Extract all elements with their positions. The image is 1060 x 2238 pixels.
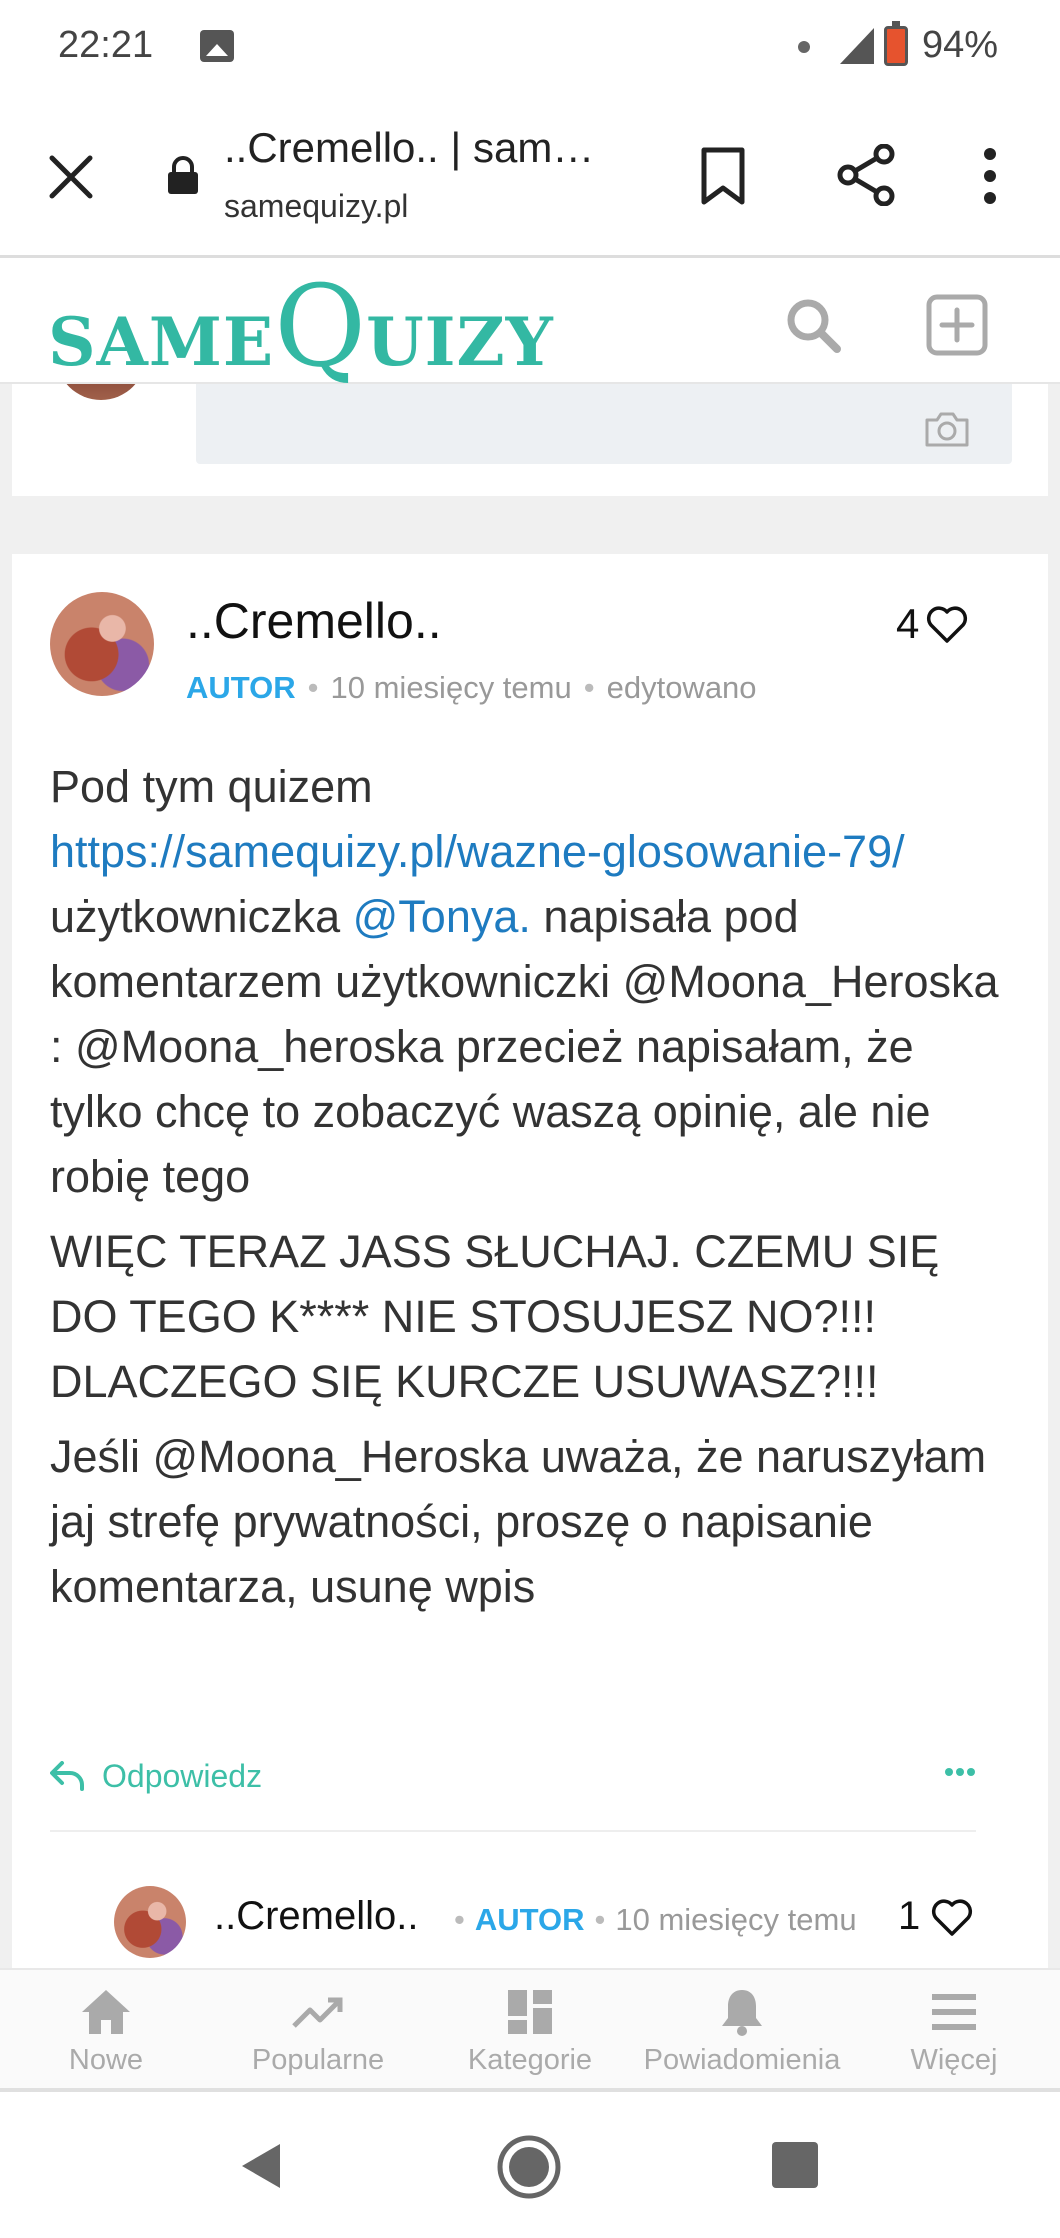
reply-author-avatar[interactable]: [114, 1886, 186, 1958]
status-time: 22:21: [58, 24, 154, 66]
camera-icon[interactable]: [924, 410, 970, 448]
lock-icon: [168, 156, 198, 194]
like-count: 4: [896, 600, 920, 647]
reply-button[interactable]: Odpowiedz: [50, 1756, 262, 1796]
reply-icon: [50, 1761, 84, 1791]
more-options-icon[interactable]: [944, 1766, 976, 1778]
battery-percent: 94%: [922, 24, 999, 66]
quiz-link[interactable]: https://samequizy.pl/wazne-glosowanie-79…: [50, 826, 905, 877]
author-badge: AUTOR: [186, 670, 296, 705]
nav-item-nowe[interactable]: Nowe: [0, 1970, 212, 2088]
battery-icon: [884, 21, 908, 66]
status-bar: 22:21 94%: [0, 0, 1060, 96]
tab-title[interactable]: ..Cremello.. | sam…: [224, 124, 624, 172]
url-text[interactable]: samequizy.pl: [224, 188, 408, 225]
logo-text-q: Q: [274, 262, 367, 392]
comment-time: 10 miesięcy temu: [330, 670, 572, 705]
reply-label: Odpowiedz: [102, 1757, 263, 1794]
share-icon[interactable]: [836, 144, 896, 206]
heart-icon: [932, 1898, 973, 1936]
add-quiz-icon[interactable]: [926, 294, 988, 356]
comment-paragraph: Pod tym quizem https://samequizy.pl/wazne…: [50, 761, 999, 1202]
heart-icon: [927, 606, 968, 643]
reply-like-button[interactable]: 1: [898, 1894, 974, 1939]
comment-meta: AUTOR • 10 miesięcy temu • edytowano: [186, 670, 757, 705]
edited-label: edytowano: [606, 670, 757, 705]
reply-like-count: 1: [898, 1894, 921, 1938]
search-icon[interactable]: [784, 296, 842, 354]
overflow-menu-icon[interactable]: [978, 146, 1002, 206]
comment-input[interactable]: [196, 384, 1012, 464]
like-button[interactable]: 4: [896, 600, 969, 648]
nav-label: Więcej: [910, 2044, 998, 2076]
reply-author[interactable]: ..Cremello..: [214, 1894, 419, 1939]
divider: [50, 1830, 976, 1832]
nav-label: Powiadomienia: [643, 2044, 841, 2076]
site-header: SAMEQUIZY: [0, 258, 1060, 392]
nav-label: Kategorie: [467, 2044, 593, 2076]
close-icon[interactable]: [48, 154, 94, 200]
comment-paragraph: Jeśli @Moona_Heroska uważa, że naruszyła…: [50, 1431, 987, 1612]
trending-icon: [292, 1997, 343, 2028]
reply-author-badge: AUTOR: [474, 1902, 585, 1937]
back-icon[interactable]: [238, 2140, 284, 2192]
grid-icon: [508, 1990, 552, 2034]
bottom-navigation: Nowe Popularne Kategorie Powiadomienia W…: [0, 1968, 1060, 2092]
image-notification-icon: [200, 30, 234, 62]
signal-icon: [840, 28, 874, 64]
comment-author[interactable]: ..Cremello..: [186, 592, 442, 650]
author-avatar[interactable]: [50, 592, 154, 696]
nav-item-popularne[interactable]: Popularne: [212, 1970, 424, 2088]
hamburger-icon: [932, 1994, 976, 2030]
notification-dot-icon: [798, 41, 810, 53]
reply-meta: • AUTOR • 10 miesięcy temu: [454, 1902, 857, 1937]
comment-body: Pod tym quizem https://samequizy.pl/wazne…: [50, 754, 1000, 1629]
home-icon: [82, 1990, 130, 2034]
recents-icon[interactable]: [772, 2142, 818, 2188]
logo-text-uizy: UIZY: [366, 303, 554, 381]
user-mention-link[interactable]: @Tonya.: [353, 891, 531, 942]
reply-time: 10 miesięcy temu: [615, 1902, 857, 1937]
nav-label: Nowe: [68, 2044, 144, 2076]
logo-text-same: SAME: [48, 303, 275, 381]
browser-toolbar: ..Cremello.. | sam… samequizy.pl: [0, 96, 1060, 258]
nav-item-wiecej[interactable]: Więcej: [848, 1970, 1060, 2088]
home-button-icon[interactable]: [496, 2134, 562, 2200]
nav-item-powiadomienia[interactable]: Powiadomienia: [636, 1970, 848, 2088]
nav-item-kategorie[interactable]: Kategorie: [424, 1970, 636, 2088]
system-navigation-bar: [0, 2092, 1060, 2238]
bookmark-icon[interactable]: [700, 146, 746, 206]
comment-paragraph: WIĘC TERAZ JASS SŁUCHAJ. CZEMU SIĘ DO TE…: [50, 1226, 940, 1407]
samequizy-logo[interactable]: SAMEQUIZY: [48, 262, 554, 392]
bell-icon: [722, 1990, 762, 2036]
nav-label: Popularne: [251, 2044, 385, 2076]
